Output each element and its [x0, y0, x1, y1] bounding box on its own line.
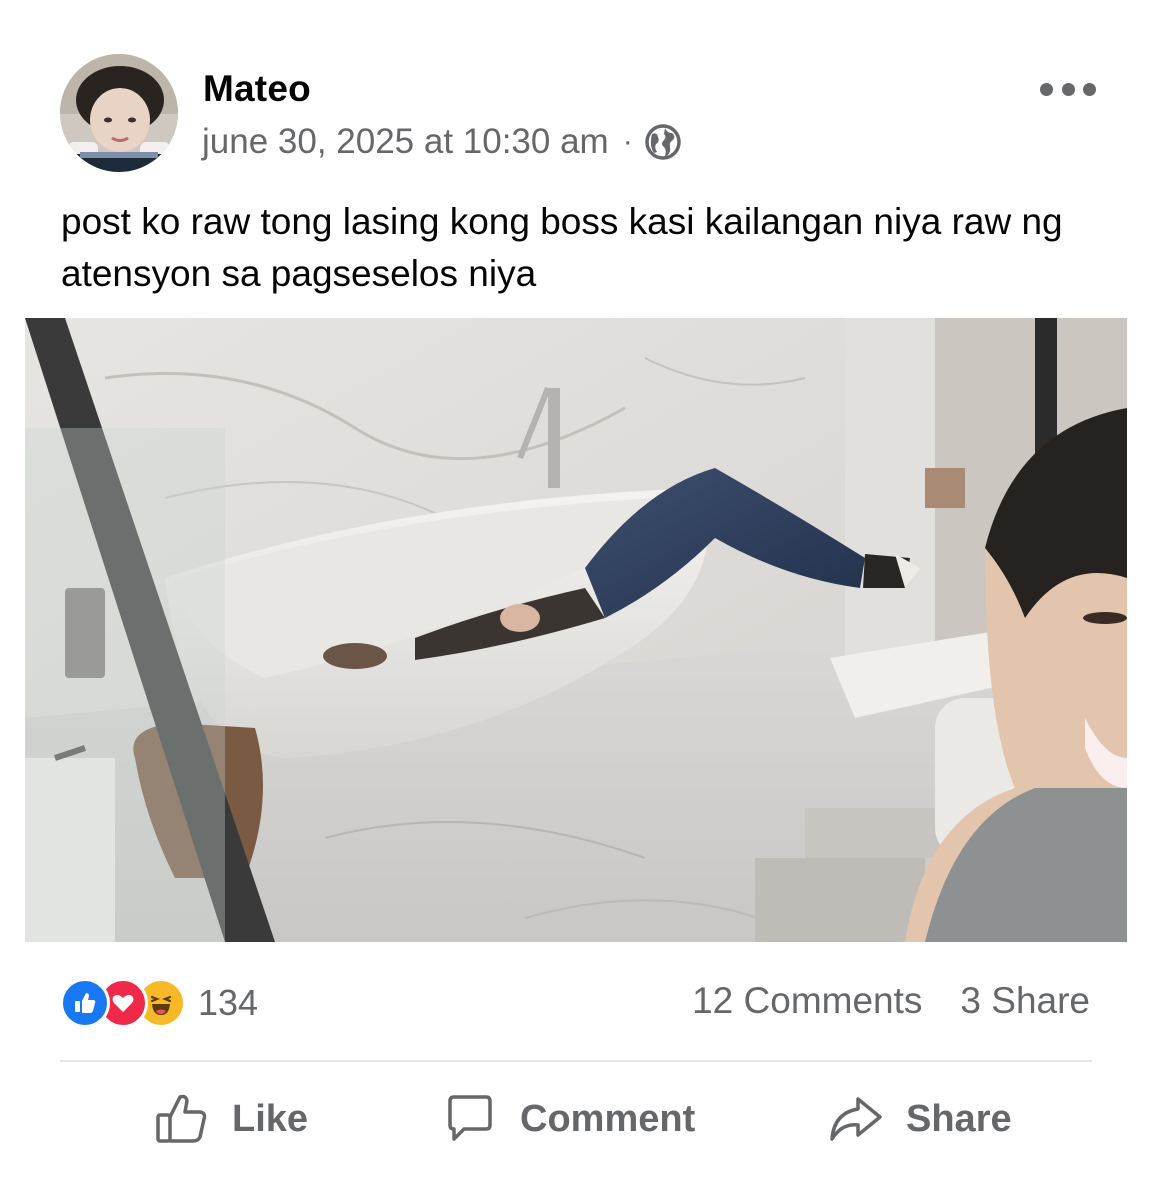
more-dot-icon	[1083, 82, 1096, 96]
avatar-photo	[60, 54, 178, 172]
post-text: post ko raw tong lasing kong boss kasi k…	[61, 201, 1063, 294]
reaction-count: 134	[198, 982, 259, 1023]
comment-label: Comment	[520, 1097, 696, 1140]
comments-count-link[interactable]: 12 Comments	[692, 980, 922, 1022]
like-label: Like	[232, 1097, 309, 1140]
more-options-button[interactable]	[1040, 74, 1096, 104]
globe-icon	[643, 122, 683, 162]
more-dot-icon	[1061, 82, 1075, 96]
post-card: Mateo june 30, 2025 at 10:30 am · post k…	[0, 0, 1152, 1200]
engagement-stats: 12 Comments 3 Share	[692, 980, 1090, 1022]
thumbs-up-icon	[156, 1094, 207, 1143]
comment-bubble-icon	[448, 1095, 492, 1141]
shares-count-link[interactable]: 3 Share	[960, 980, 1090, 1022]
like-reaction-icon	[60, 978, 110, 1028]
more-dot-icon	[1040, 82, 1053, 96]
share-arrow-icon	[830, 1097, 882, 1141]
divider	[60, 1060, 1092, 1062]
bathroom-photo	[25, 318, 1127, 942]
share-button[interactable]: Share	[828, 1088, 1012, 1150]
share-label: Share	[906, 1097, 1012, 1140]
author-avatar[interactable]	[60, 54, 178, 172]
meta-separator: ·	[622, 125, 633, 158]
post-photo[interactable]	[25, 318, 1127, 942]
reactions-summary[interactable]: 134	[60, 978, 258, 1028]
post-meta: june 30, 2025 at 10:30 am ·	[202, 120, 683, 164]
like-button[interactable]: Like	[154, 1088, 308, 1150]
comment-button[interactable]: Comment	[442, 1088, 695, 1150]
author-name[interactable]: Mateo	[203, 68, 311, 110]
post-timestamp[interactable]: june 30, 2025 at 10:30 am	[202, 122, 609, 162]
